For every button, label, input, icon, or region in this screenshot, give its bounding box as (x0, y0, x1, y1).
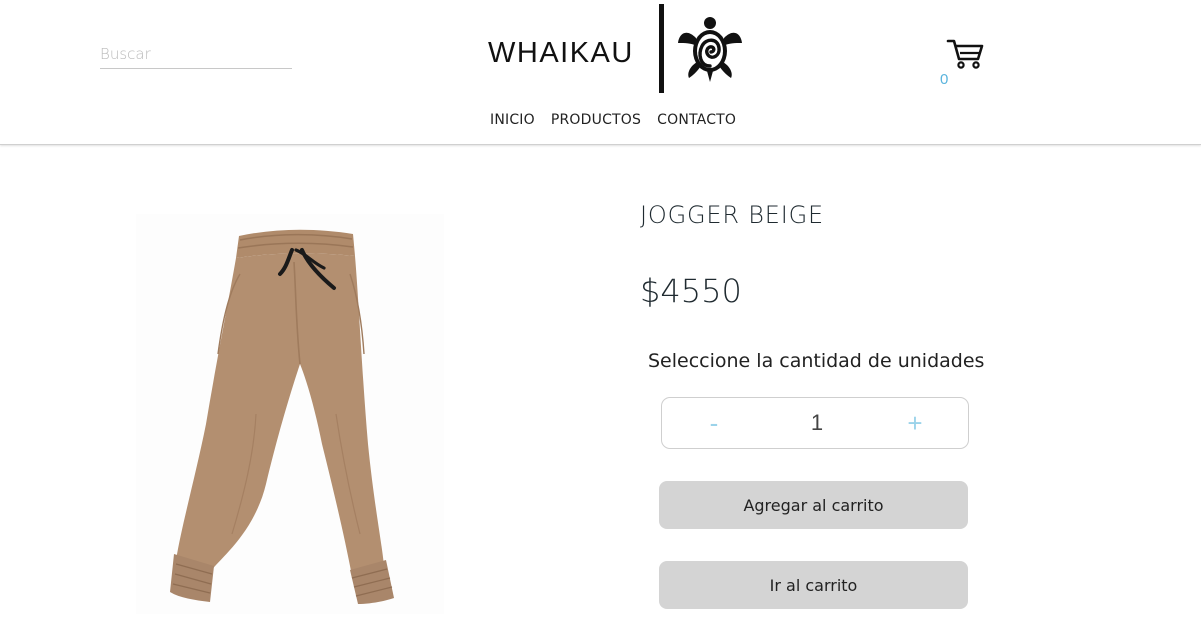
product-title: JOGGER BEIGE (640, 201, 824, 229)
search-input[interactable] (100, 40, 292, 68)
add-to-cart-button[interactable]: Agregar al carrito (659, 481, 968, 529)
product-price: $4550 (640, 272, 742, 310)
jogger-pants-image (170, 229, 394, 604)
site-logo[interactable]: WHAIKAU (486, 4, 748, 94)
logo-text: WHAIKAU (488, 37, 634, 69)
quantity-value[interactable]: 1 (772, 410, 862, 436)
cart-count-badge: 0 (940, 71, 949, 88)
turtle-icon (678, 17, 742, 82)
search-box[interactable] (100, 40, 292, 69)
product-image (136, 214, 444, 614)
decrease-quantity-button[interactable]: - (694, 406, 734, 440)
cart-icon (946, 39, 984, 69)
nav-item-inicio[interactable]: INICIO (490, 112, 535, 128)
nav-item-contacto[interactable]: CONTACTO (657, 112, 736, 128)
quantity-stepper: - 1 + (661, 397, 969, 449)
logo-divider (659, 4, 664, 93)
main-nav: INICIO PRODUCTOS CONTACTO (490, 112, 736, 128)
cart-button[interactable] (945, 37, 985, 71)
go-to-cart-button[interactable]: Ir al carrito (659, 561, 968, 609)
increase-quantity-button[interactable]: + (895, 406, 935, 440)
site-header: WHAIKAU 0 INICIO PRODUCTO (0, 0, 1201, 145)
quantity-label: Seleccione la cantidad de unidades (648, 350, 985, 372)
nav-item-productos[interactable]: PRODUCTOS (551, 112, 641, 128)
